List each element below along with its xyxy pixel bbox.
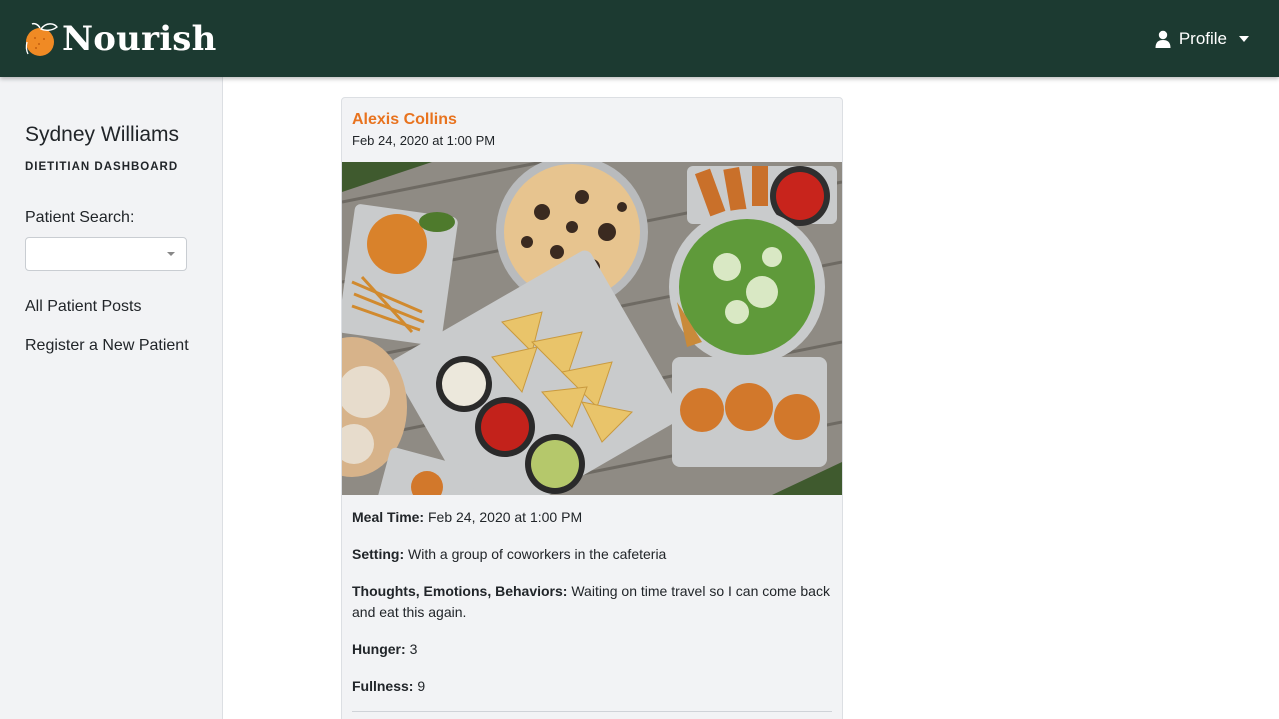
profile-dropdown[interactable]: Profile xyxy=(1155,29,1249,49)
setting-value: With a group of coworkers in the cafeter… xyxy=(408,546,667,562)
meal-photo xyxy=(342,162,842,495)
brand-link[interactable]: Nourish xyxy=(24,19,217,59)
post-header: Alexis Collins Feb 24, 2020 at 1:00 PM xyxy=(342,98,842,162)
thoughts-label: Thoughts, Emotions, Behaviors: xyxy=(352,583,568,599)
register-patient-link[interactable]: Register a New Patient xyxy=(25,337,222,355)
meal-time-label: Meal Time: xyxy=(352,509,425,525)
patient-search-label: Patient Search: xyxy=(25,209,135,226)
dropdown-arrow-icon xyxy=(167,252,175,256)
meal-time-value: Feb 24, 2020 at 1:00 PM xyxy=(428,509,583,525)
setting-label: Setting: xyxy=(352,546,405,562)
orange-logo-icon xyxy=(25,22,58,56)
caret-down-icon xyxy=(1239,35,1249,42)
setting-row: Setting: With a group of coworkers in th… xyxy=(352,544,832,565)
fullness-row: Fullness: 9 xyxy=(352,676,832,697)
hunger-value: 3 xyxy=(409,641,418,657)
post-details: Meal Time: Feb 24, 2020 at 1:00 PM Setti… xyxy=(342,495,842,712)
brand-name: Nourish xyxy=(62,18,217,59)
fullness-label: Fullness: xyxy=(352,678,414,694)
hunger-row: Hunger: 3 xyxy=(352,639,832,660)
patient-post-card: Alexis Collins Feb 24, 2020 at 1:00 PM M… xyxy=(341,97,843,719)
dietitian-name: Sydney Williams xyxy=(25,123,180,146)
hunger-label: Hunger: xyxy=(352,641,406,657)
post-date: Feb 24, 2020 at 1:00 PM xyxy=(352,133,496,148)
divider xyxy=(352,711,832,712)
main-content: Alexis Collins Feb 24, 2020 at 1:00 PM M… xyxy=(223,77,1279,719)
post-author-link[interactable]: Alexis Collins xyxy=(352,111,457,128)
profile-label: Profile xyxy=(1178,28,1227,48)
dashboard-label: DIETITIAN DASHBOARD xyxy=(25,161,179,173)
all-patient-posts-link[interactable]: All Patient Posts xyxy=(25,298,222,316)
top-navbar: Nourish Profile xyxy=(0,0,1279,77)
sidebar: Sydney Williams DIETITIAN DASHBOARD Pati… xyxy=(0,77,223,719)
thoughts-row: Thoughts, Emotions, Behaviors: Waiting o… xyxy=(352,581,832,623)
meal-time-row: Meal Time: Feb 24, 2020 at 1:00 PM xyxy=(352,507,832,528)
fullness-value: 9 xyxy=(417,678,426,694)
patient-search-select[interactable] xyxy=(25,237,187,271)
user-icon xyxy=(1155,30,1171,48)
